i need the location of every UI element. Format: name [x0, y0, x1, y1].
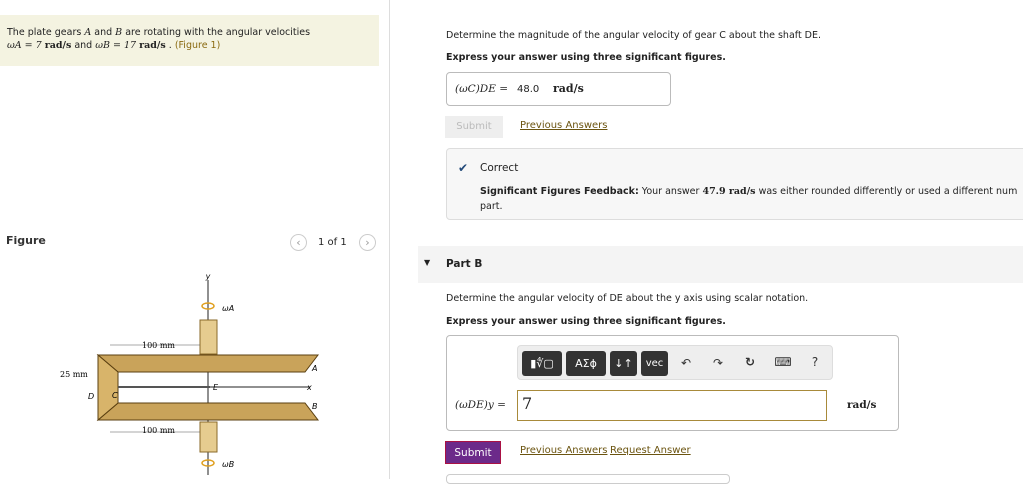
feedback-box: ✔ Correct Significant Figures Feedback: … [446, 148, 1023, 220]
part-b-answer-box: ▮∜▢ ΑΣϕ ↓↑ vec ↶ ↷ ↻ ⌨ ? (ωDE)y = 7 rad/… [446, 335, 899, 431]
label-a: A [311, 364, 317, 373]
gear-b-shape [96, 402, 320, 421]
arrows-button[interactable]: ↓↑ [610, 351, 637, 376]
part-b-submit-button[interactable]: Submit [445, 441, 501, 464]
part-a-instruction: Express your answer using three signific… [446, 52, 726, 63]
part-a-previous-answers-link[interactable]: Previous Answers [520, 120, 607, 131]
part-b-question: Determine the angular velocity of DE abo… [446, 293, 809, 304]
label-dim-left: 25 mm [60, 370, 88, 379]
text: . [168, 40, 172, 51]
part-a-answer-box: (ωC)DE = 48.0 rad/s [446, 72, 671, 106]
text: The plate gears [7, 27, 82, 38]
gear-b: B [115, 27, 123, 38]
answer-variable: (ωC)DE = [455, 83, 509, 95]
gear-a-shape [96, 354, 320, 373]
feedback-status: Correct [480, 162, 519, 174]
label-omega-a: ωA [222, 304, 234, 313]
part-b-instruction: Express your answer using three signific… [446, 316, 726, 327]
part-b-header[interactable]: ▼ Part B [418, 246, 1023, 283]
shaft-a [199, 319, 218, 355]
feedback-message: Significant Figures Feedback: Your answe… [480, 184, 1017, 214]
prev-figure-button[interactable]: ‹ [290, 234, 307, 251]
answer-value: 48.0 [517, 84, 540, 95]
text: part. [480, 201, 503, 212]
vec-button[interactable]: vec [641, 351, 668, 376]
answer-unit: rad/s [553, 82, 584, 95]
gear-figure: y ωA ωB 100 mm 100 mm 25 mm A B D C E x [60, 272, 320, 475]
part-a-submit-button[interactable]: Submit [445, 116, 503, 138]
label-y: y [205, 272, 211, 281]
math-toolbar: ▮∜▢ ΑΣϕ ↓↑ vec ↶ ↷ ↻ ⌨ ? [517, 345, 833, 380]
redo-icon[interactable]: ↷ [710, 356, 726, 370]
greek-button[interactable]: ΑΣϕ [566, 351, 606, 376]
collapse-triangle-icon[interactable]: ▼ [424, 258, 430, 267]
figure-title: Figure [6, 234, 46, 247]
reset-icon[interactable]: ↻ [742, 355, 758, 369]
answer-input[interactable]: 7 [517, 390, 827, 421]
omega-a: ωA = 7 [7, 40, 42, 51]
label-dim-bottom: 100 mm [142, 426, 175, 435]
undo-icon[interactable]: ↶ [678, 356, 694, 370]
next-box [446, 474, 730, 484]
gear-a: A [84, 27, 92, 38]
part-a-question: Determine the magnitude of the angular v… [446, 30, 822, 41]
label-c: C [112, 391, 118, 400]
label-x: x [306, 383, 312, 392]
label-b: B [312, 402, 318, 411]
next-figure-button[interactable]: › [359, 234, 376, 251]
templates-button[interactable]: ▮∜▢ [522, 351, 562, 376]
text: and [74, 40, 93, 51]
label-dim-top: 100 mm [142, 341, 175, 350]
check-icon: ✔ [458, 161, 469, 175]
part-b-title: Part B [446, 258, 483, 270]
feedback-answer: 47.9 rad/s [702, 186, 756, 197]
problem-statement: The plate gears A and B are rotating wit… [0, 15, 379, 66]
figure-pager: 1 of 1 [318, 237, 347, 248]
unit: rad/s [139, 40, 166, 51]
shaft-b [199, 421, 218, 453]
omega-b: ωB = 17 [95, 40, 137, 51]
label-omega-b: ωB [222, 460, 234, 469]
keyboard-icon[interactable]: ⌨ [774, 355, 792, 369]
text: Your answer [641, 186, 700, 197]
part-b-previous-answers-link[interactable]: Previous Answers [520, 445, 607, 456]
answer-variable: (ωDE)y = [455, 399, 506, 411]
text: are rotating with the angular velocities [125, 27, 311, 38]
answer-unit: rad/s [847, 399, 877, 411]
pane-divider[interactable] [389, 0, 390, 479]
figure-link[interactable]: (Figure 1) [175, 40, 220, 51]
text: was either rounded differently or used a… [758, 186, 1018, 197]
request-answer-link[interactable]: Request Answer [610, 445, 691, 456]
label-d: D [88, 392, 94, 401]
feedback-label: Significant Figures Feedback: [480, 186, 639, 197]
text: and [94, 27, 113, 38]
help-icon[interactable]: ? [808, 355, 822, 369]
unit: rad/s [44, 40, 72, 51]
